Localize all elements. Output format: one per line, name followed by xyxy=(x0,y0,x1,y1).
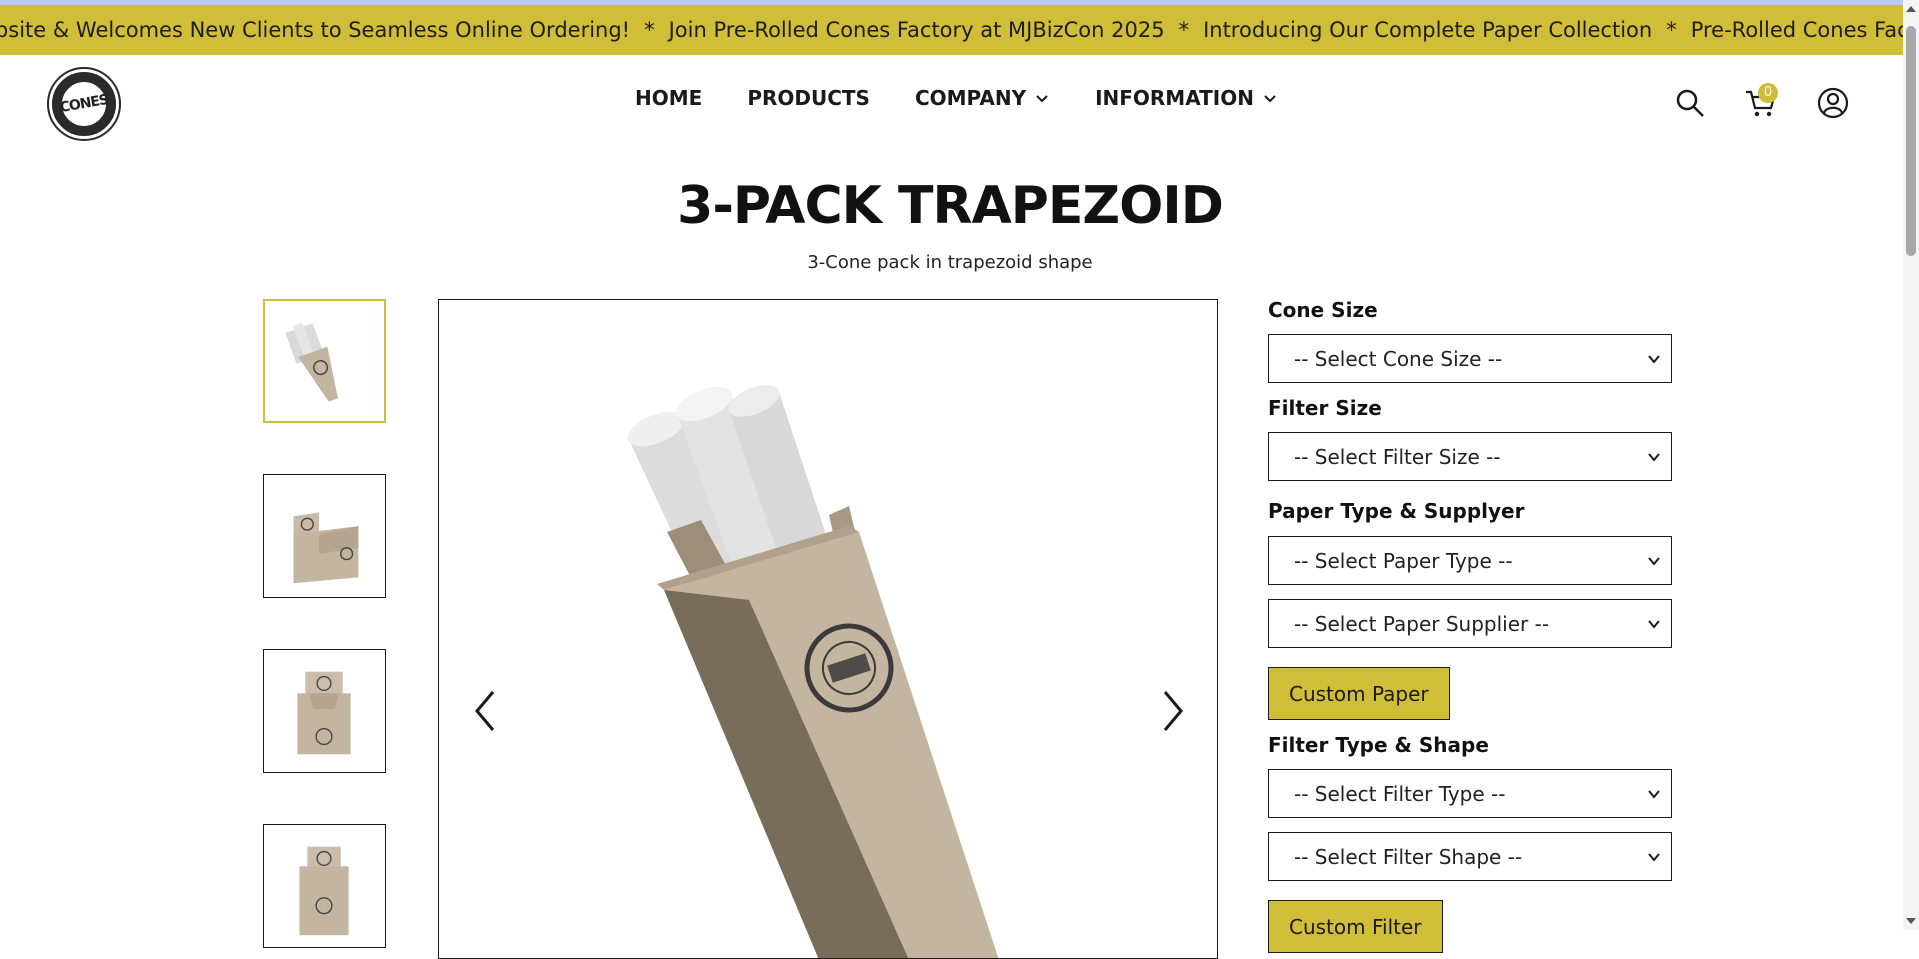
nav-company[interactable]: COMPANY xyxy=(915,86,1050,110)
nav-products[interactable]: PRODUCTS xyxy=(747,86,870,110)
filter-type-shape-label: Filter Type & Shape xyxy=(1268,733,1489,757)
paper-type-selected: -- Select Paper Type -- xyxy=(1294,548,1513,573)
search-icon[interactable] xyxy=(1673,86,1707,120)
filter-size-selected: -- Select Filter Size -- xyxy=(1294,444,1501,469)
announcement-bar: ebsite & Welcomes New Clients to Seamles… xyxy=(0,5,1919,55)
chevron-down-icon xyxy=(1648,453,1660,462)
chevron-down-icon xyxy=(1648,853,1660,862)
chevron-down-icon xyxy=(1648,790,1660,799)
announcement-separator: * xyxy=(1666,18,1677,42)
paper-supplier-select[interactable]: -- Select Paper Supplier -- xyxy=(1268,599,1672,648)
cart-count-badge: 0 xyxy=(1758,83,1778,103)
product-subtitle: 3-Cone pack in trapezoid shape xyxy=(807,252,1093,273)
product-title: 3-PACK TRAPEZOID xyxy=(677,176,1224,236)
custom-filter-button[interactable]: Custom Filter xyxy=(1268,900,1443,953)
cone-size-select[interactable]: -- Select Cone Size -- xyxy=(1268,334,1672,383)
cone-size-label: Cone Size xyxy=(1268,298,1378,322)
account-icon[interactable] xyxy=(1816,86,1850,120)
thumbnail-3[interactable] xyxy=(263,649,386,773)
thumbnail-4[interactable] xyxy=(263,824,386,948)
product-illustration xyxy=(627,385,999,958)
nav-home-label: HOME xyxy=(635,86,703,110)
next-image-arrow[interactable] xyxy=(1155,686,1191,736)
filter-size-select[interactable]: -- Select Filter Size -- xyxy=(1268,432,1672,481)
custom-paper-button[interactable]: Custom Paper xyxy=(1268,667,1450,720)
logo-text: CONES xyxy=(58,78,110,130)
announcement-separator: * xyxy=(1178,18,1190,42)
filter-type-selected: -- Select Filter Type -- xyxy=(1294,781,1506,806)
filter-shape-select[interactable]: -- Select Filter Shape -- xyxy=(1268,832,1672,881)
scrollbar-thumb[interactable] xyxy=(1906,26,1916,256)
nav-information-label: INFORMATION xyxy=(1095,86,1254,110)
filter-shape-selected: -- Select Filter Shape -- xyxy=(1294,844,1523,869)
product-thumbnail-image xyxy=(285,322,338,402)
scroll-down-arrow[interactable] xyxy=(1906,918,1916,924)
announcement-item[interactable]: Pre-Rolled Cones Factc xyxy=(1691,18,1919,42)
announcement-track: ebsite & Welcomes New Clients to Seamles… xyxy=(0,5,1919,55)
product-thumbnail-image xyxy=(297,671,351,755)
previous-image-arrow[interactable] xyxy=(467,686,503,736)
chevron-down-icon xyxy=(1264,95,1276,103)
chevron-down-icon xyxy=(1648,620,1660,629)
nav-products-label: PRODUCTS xyxy=(747,86,870,110)
filter-type-select[interactable]: -- Select Filter Type -- xyxy=(1268,769,1672,818)
chevron-down-icon xyxy=(1648,355,1660,364)
announcement-item[interactable]: Join Pre-Rolled Cones Factory at MJBizCo… xyxy=(669,18,1165,42)
announcement-item[interactable]: ebsite & Welcomes New Clients to Seamles… xyxy=(0,18,630,42)
nav-home[interactable]: HOME xyxy=(635,86,702,110)
paper-type-select[interactable]: -- Select Paper Type -- xyxy=(1268,536,1672,585)
product-thumbnail-image xyxy=(293,512,359,584)
announcement-item[interactable]: Introducing Our Complete Paper Collectio… xyxy=(1203,18,1652,42)
paper-supplier-selected: -- Select Paper Supplier -- xyxy=(1294,611,1550,636)
nav-company-label: COMPANY xyxy=(914,86,1027,110)
product-thumbnail-image xyxy=(299,846,349,936)
site-logo[interactable]: CONES xyxy=(47,67,121,141)
announcement-separator: * xyxy=(644,18,655,42)
filter-size-label: Filter Size xyxy=(1268,396,1382,420)
thumbnail-1[interactable] xyxy=(263,299,386,423)
cone-size-selected: -- Select Cone Size -- xyxy=(1294,346,1503,371)
main-nav: HOME PRODUCTS COMPANY INFORMATION xyxy=(635,86,1278,110)
thumbnail-2[interactable] xyxy=(263,474,386,598)
scroll-up-arrow[interactable] xyxy=(1906,6,1916,12)
main-product-image xyxy=(438,299,1218,959)
page-scrollbar[interactable] xyxy=(1903,0,1919,930)
chevron-down-icon xyxy=(1648,557,1660,566)
paper-type-supplier-label: Paper Type & Supplyer xyxy=(1268,499,1525,523)
nav-information[interactable]: INFORMATION xyxy=(1095,86,1278,110)
chevron-down-icon xyxy=(1036,95,1048,103)
